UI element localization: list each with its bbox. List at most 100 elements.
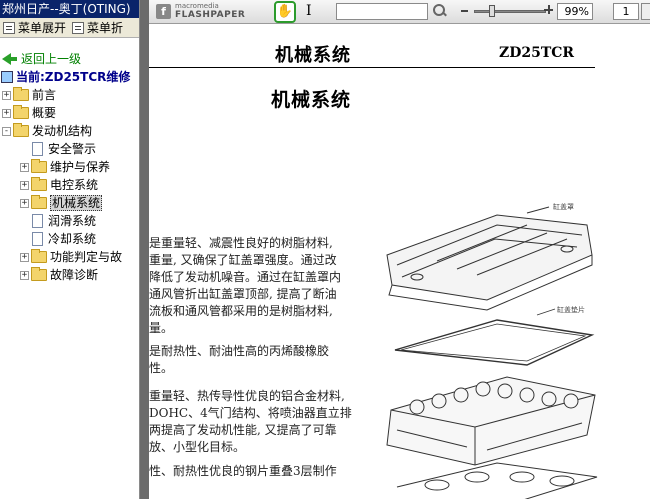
zoom-slider[interactable] [474,10,546,13]
tree-item-label: 机械系统 [50,195,103,211]
text-line: 重量, 又确保了缸盖罩强度。通过改 [149,253,337,267]
document-icon [32,142,43,156]
hand-tool-button[interactable]: ✋ [274,1,296,23]
text-select-button[interactable]: I [306,3,312,19]
text-line: 重量轻、热传导性优良的铝合金材料, [149,389,345,403]
text-cursor-icon: I [306,3,312,19]
back-arrow-tail [11,57,17,61]
flashpaper-logo-icon: f [156,4,171,19]
tree-item-label: 维护与保养 [50,160,111,174]
expand-icon[interactable]: + [20,198,29,208]
tree-item[interactable]: 安全警示 [0,140,139,158]
splitter[interactable] [140,0,149,499]
folder-icon [31,267,47,281]
paragraph-gasket: 是耐热性、耐油性高的丙烯酸橡胶 性。 [149,343,371,377]
document-icon [32,214,43,228]
tree-item[interactable]: + 功能判定与故 [0,248,139,266]
tree-item[interactable]: + 前言 [0,86,139,104]
page-number-field[interactable]: 1 [613,3,639,20]
tree-item[interactable]: + 概要 [0,104,139,122]
folder-icon [13,105,29,119]
folder-icon [31,249,47,263]
page-stepper[interactable] [641,3,650,20]
back-arrow-icon [2,53,11,65]
zoom-out-icon[interactable] [461,10,468,12]
collapse-menu-button[interactable]: 菜单折 [69,19,126,36]
page-header-title: 机械系统 [275,45,351,66]
current-location-label: 当前:ZD25TCR维修 [16,70,131,84]
zoom-level-field[interactable]: 99% [557,3,593,20]
expand-icon[interactable]: + [20,180,29,190]
back-link[interactable]: 返回上一级 [0,50,139,68]
text-line: DOHC、4气门结构、将喷油器直立排 [149,406,352,420]
page-header-code: ZD25TCR [499,45,575,61]
tree-item[interactable]: + 故障诊断 [0,266,139,284]
collapse-menu-label: 菜单折 [87,21,124,35]
search-input[interactable] [336,3,428,20]
folder-icon [31,159,47,173]
paragraph-head-gasket: 性、耐热性优良的钢片重叠3层制作 [149,463,371,480]
flashpaper-logo: f macromedia FLASHPAPER [156,3,245,20]
text-line: 性、耐热性优良的钢片重叠3层制作 [149,464,337,478]
tree-item[interactable]: + 电控系统 [0,176,139,194]
expand-icon[interactable]: + [20,162,29,172]
text-line: 是耐热性、耐油性高的丙烯酸橡胶 [149,344,330,358]
folder-icon [13,87,29,101]
folder-icon [13,123,29,137]
brand-line-1: macromedia [175,2,219,10]
tree-item-label: 电控系统 [50,178,99,192]
tree-item[interactable]: + 维护与保养 [0,158,139,176]
gasket-drawing [394,308,595,366]
back-label: 返回上一级 [21,52,82,66]
tree-item[interactable]: + 机械系统 [0,194,139,212]
expand-icon[interactable]: + [2,90,11,100]
computer-icon [1,71,13,83]
expand-menu-button[interactable]: 菜单展开 [0,19,69,36]
tree-item-label: 冷却系统 [48,232,97,246]
tree-item-label: 润滑系统 [48,214,97,228]
search-icon[interactable] [431,2,449,20]
paragraph-cylinder-head: 重量轻、热传导性优良的铝合金材料, DOHC、4气门结构、将喷油器直立排 两提高… [149,388,371,456]
tree-item-label: 发动机结构 [32,124,93,138]
section-title: 机械系统 [271,89,352,111]
zoom-in-icon[interactable] [544,5,554,15]
valve-cover-drawing [386,206,593,311]
tree-item[interactable]: 润滑系统 [0,212,139,230]
expand-icon[interactable]: + [20,252,29,262]
document-viewer: f macromedia FLASHPAPER ✋ I 99% 1 机械系统 Z… [149,0,650,499]
text-line: 两提高了发动机性能, 又提高了可靠 [149,423,337,437]
tree-item-label: 故障诊断 [50,268,99,282]
window-title: 郑州日产--奥丁(OTING) [0,0,139,18]
cylinder-head-drawing [386,376,596,466]
header-rule [149,67,595,68]
label-gasket: 缸盖垫片 [557,305,585,314]
text-line: 性。 [149,361,174,375]
folder-icon [31,177,47,191]
folder-icon [31,195,47,209]
tree-item[interactable]: - 发动机结构 [0,122,139,140]
tree-item-label: 安全警示 [48,142,97,156]
current-location: 当前:ZD25TCR维修 [0,68,139,86]
brand-line-2: FLASHPAPER [175,10,246,20]
document-icon [32,232,43,246]
tree-item-label: 前言 [32,88,57,102]
text-line: 放、小型化目标。 [149,440,246,454]
menu-icon [72,21,85,34]
text-line: 通风管折出缸盖罩顶部, 提高了断油 [149,287,337,301]
engine-parts-illustration: 缸盖罩 缸盖垫片 [386,202,598,499]
collapse-icon[interactable]: - [2,126,11,136]
navigation-pane: 郑州日产--奥丁(OTING) 菜单展开 菜单折 返回上一级 当前:ZD25TC… [0,0,140,499]
expand-icon[interactable]: + [2,108,11,118]
viewer-toolbar: f macromedia FLASHPAPER ✋ I 99% 1 [149,0,650,24]
tree-items: + 前言 + 概要 - 发动机结构安全警示 + 维护与保养 + 电控系统 + 机械系统润滑系统冷却系统… [0,86,139,284]
label-valve-cover: 缸盖罩 [553,202,574,211]
menu-icon [3,21,15,34]
zoom-slider-thumb[interactable] [489,5,495,17]
tree-item-label: 概要 [32,106,57,120]
tree-item[interactable]: 冷却系统 [0,230,139,248]
expand-icon[interactable]: + [20,270,29,280]
text-line: 流板和通风管都采用的是树脂材料, [149,304,333,318]
chapter-tree: 返回上一级 当前:ZD25TCR维修 + 前言 + 概要 - 发动机结构安全警示 + 维护与保… [0,38,139,284]
hand-icon: ✋ [276,4,294,19]
tree-item-label: 功能判定与故 [50,250,123,264]
